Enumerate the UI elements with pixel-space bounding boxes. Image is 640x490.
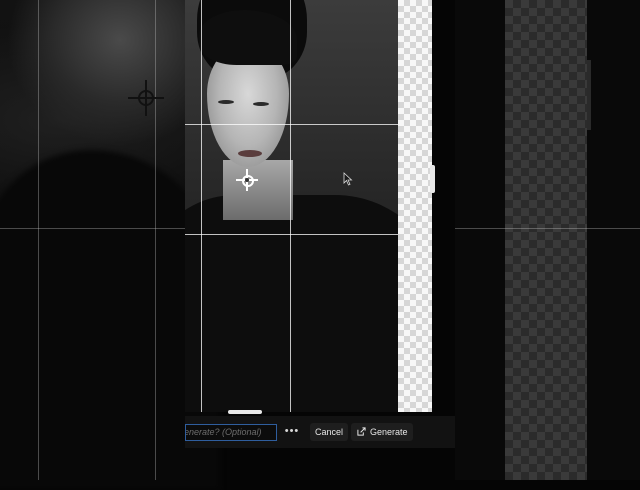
background-left-panel — [0, 0, 220, 490]
generate-toolbar: enerate? (Optional) ••• Cancel Generate — [185, 416, 455, 448]
portrait-eye — [218, 100, 234, 104]
portrait-torso — [185, 195, 398, 412]
portrait-neck — [223, 160, 293, 220]
expand-area[interactable] — [398, 0, 432, 412]
cancel-button[interactable]: Cancel — [310, 423, 348, 441]
prompt-input[interactable]: enerate? (Optional) — [185, 424, 277, 441]
generate-icon — [357, 427, 366, 436]
background-gridline — [0, 228, 185, 229]
crosshair-icon[interactable] — [236, 169, 258, 191]
more-options-button[interactable]: ••• — [280, 423, 304, 441]
image-canvas[interactable] — [185, 0, 398, 412]
crop-gridline — [201, 0, 202, 412]
pointer-cursor-icon — [343, 172, 353, 186]
background-gridline — [38, 0, 39, 480]
resize-handle-right[interactable] — [430, 165, 435, 193]
resize-handle-bottom[interactable] — [228, 410, 262, 414]
more-options-icon: ••• — [284, 425, 300, 437]
generate-button[interactable]: Generate — [351, 423, 413, 441]
portrait-mouth — [238, 150, 262, 157]
background-transparency-strip — [505, 0, 587, 480]
crop-gridline — [290, 0, 291, 412]
generate-label: Generate — [370, 427, 408, 437]
background-handle — [587, 60, 591, 130]
crop-gridline — [185, 234, 398, 235]
background-crosshair-icon — [128, 80, 164, 116]
portrait-bangs — [199, 10, 297, 65]
crop-gridline — [185, 124, 398, 125]
background-gridline — [455, 228, 640, 229]
portrait-eye — [253, 102, 269, 106]
background-gridline — [155, 0, 156, 480]
